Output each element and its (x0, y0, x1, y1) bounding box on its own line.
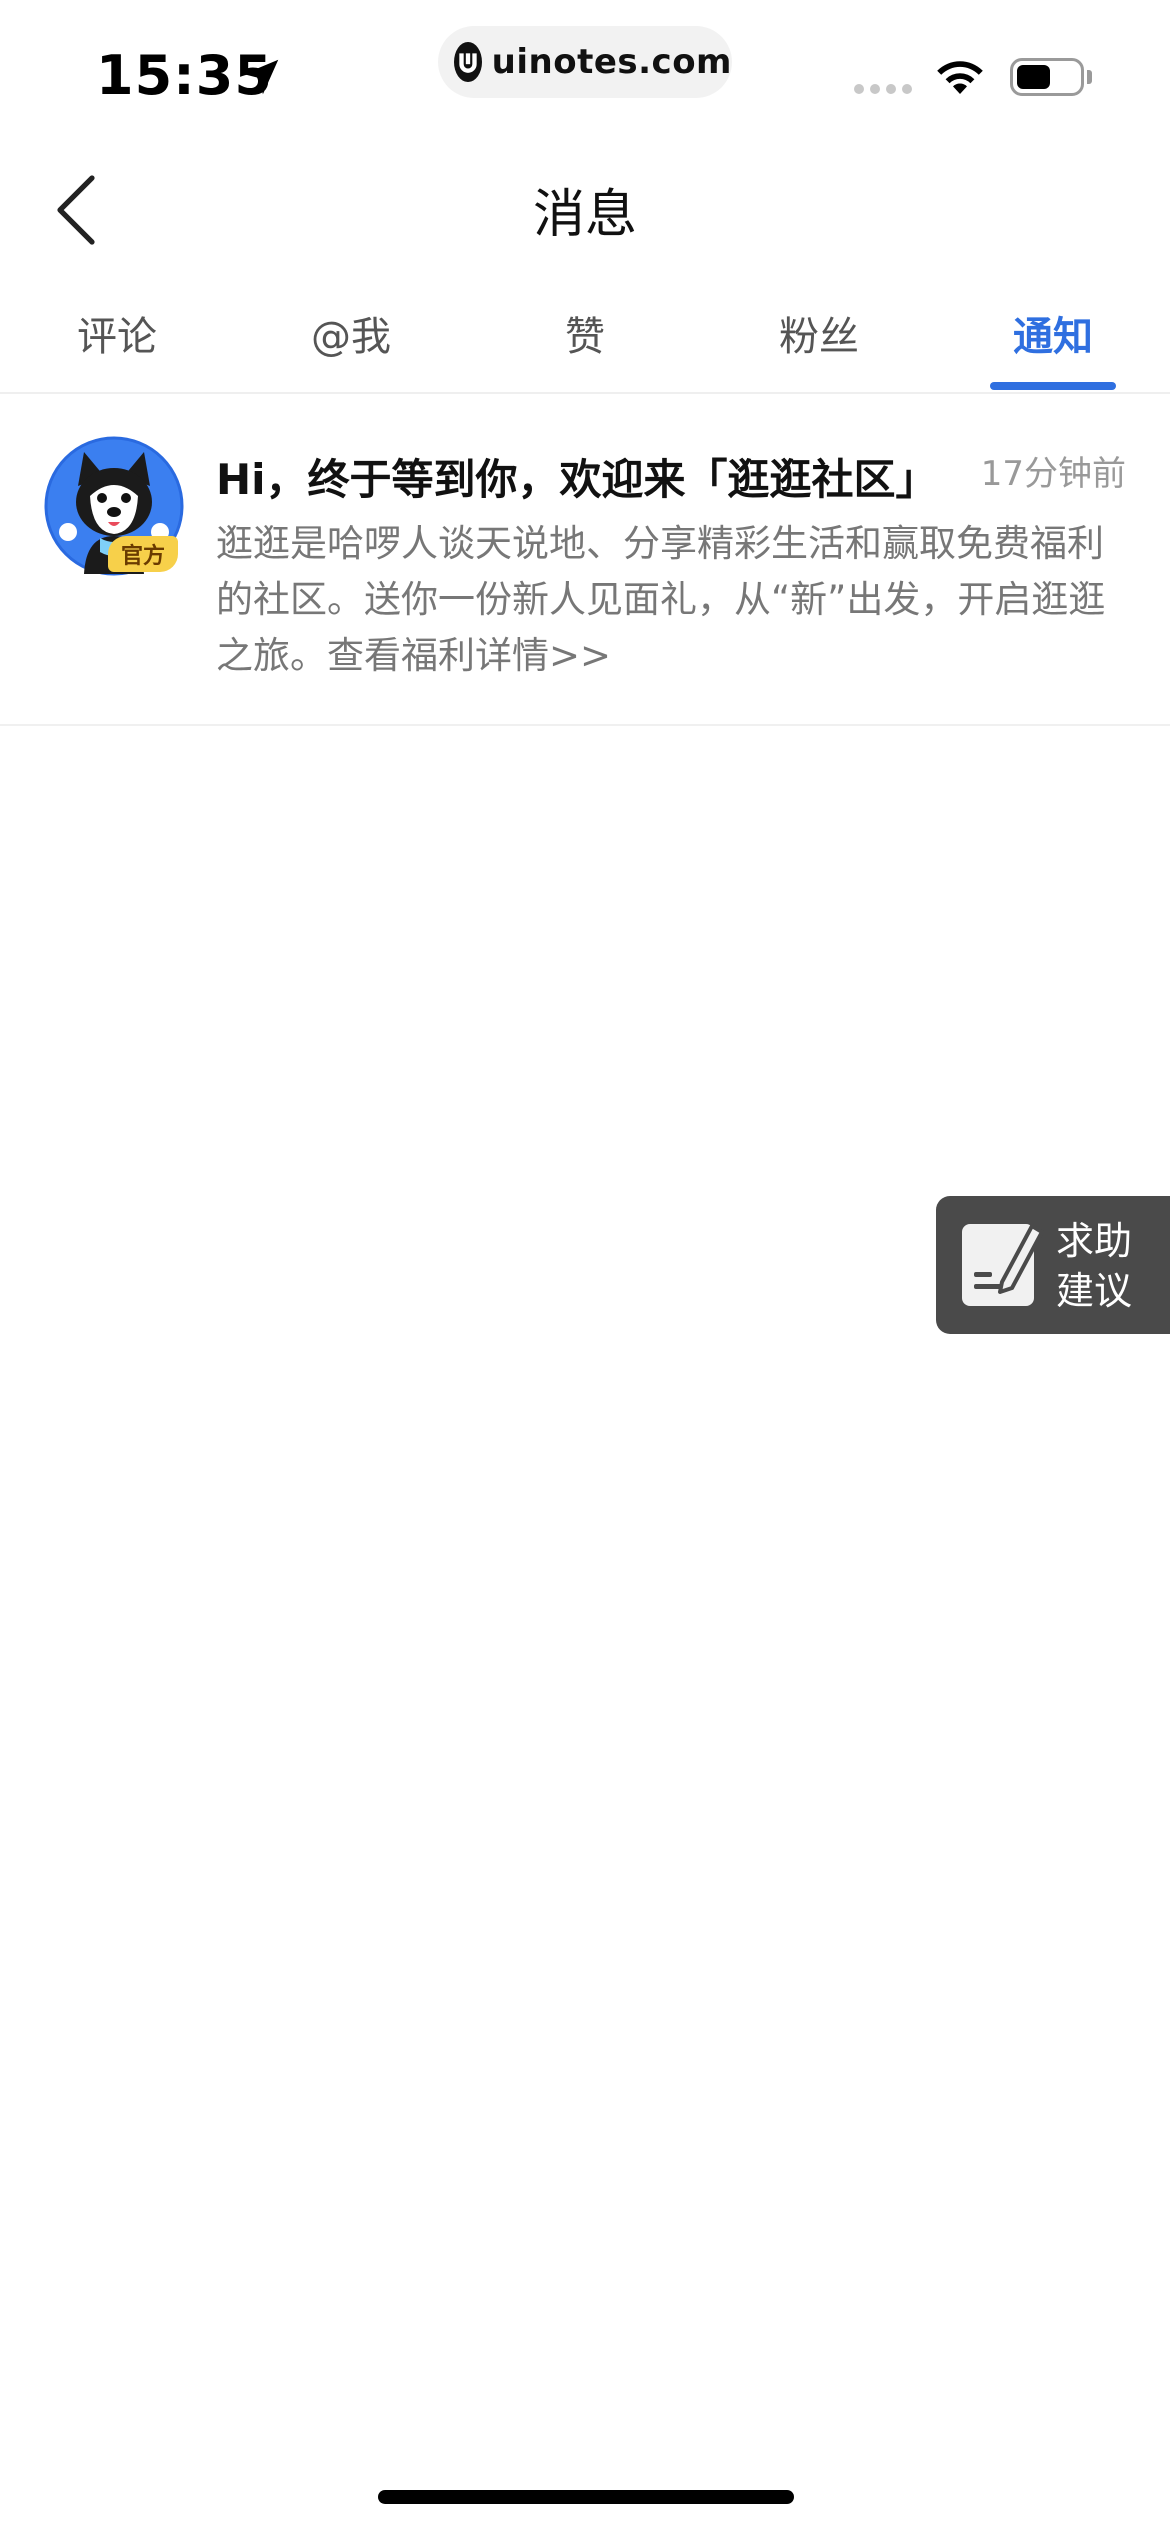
list-item[interactable]: 官方 Hi，终于等到你，欢迎来「逛逛社区」 17分钟前 逛逛是哈啰人谈天说地、分… (0, 396, 1170, 726)
nav-bar: 消息 (0, 150, 1170, 270)
tab-mentions[interactable]: @我 (234, 304, 468, 362)
url-text: uinotes.com (491, 42, 732, 82)
tab-likes[interactable]: 赞 (468, 304, 702, 362)
home-indicator[interactable] (378, 2490, 794, 2504)
battery-level (1017, 65, 1050, 89)
help-label-line2: 建议 (1056, 1269, 1133, 1313)
official-badge: 官方 (108, 536, 178, 572)
help-suggestion-button[interactable]: 求助 建议 (936, 1196, 1170, 1334)
location-arrow-icon (243, 59, 279, 95)
active-tab-indicator (990, 382, 1116, 390)
battery-cap (1087, 70, 1092, 84)
feedback-pencil-icon (962, 1224, 1044, 1306)
message-body: 逛逛是哈啰人谈天说地、分享精彩生活和赢取免费福利的社区。送你一份新人见面礼，从“… (216, 522, 1106, 677)
status-bar: 15:35 uinotes.com (0, 0, 1170, 140)
page-title: 消息 (532, 185, 637, 245)
message-time: 17分钟前 (980, 454, 1126, 494)
battery-icon (1010, 58, 1084, 96)
message-title: Hi，终于等到你，欢迎来「逛逛社区」 (216, 455, 938, 504)
tab-notifications[interactable]: 通知 (936, 304, 1170, 362)
tab-followers[interactable]: 粉丝 (702, 304, 936, 362)
site-logo-icon (454, 42, 482, 82)
help-label: 求助 建议 (1056, 1216, 1132, 1316)
tab-bar: 评论 @我 赞 粉丝 通知 (0, 290, 1170, 394)
url-pill[interactable]: uinotes.com (438, 26, 732, 98)
help-label-line1: 求助 (1056, 1219, 1133, 1263)
tab-comments[interactable]: 评论 (0, 304, 234, 362)
wifi-icon (937, 61, 983, 94)
messages-page: 15:35 uinotes.com 消息 评论 @我 赞 粉丝 通知 官方 Hi… (0, 0, 1170, 2532)
cellular-signal-icon (854, 84, 912, 94)
